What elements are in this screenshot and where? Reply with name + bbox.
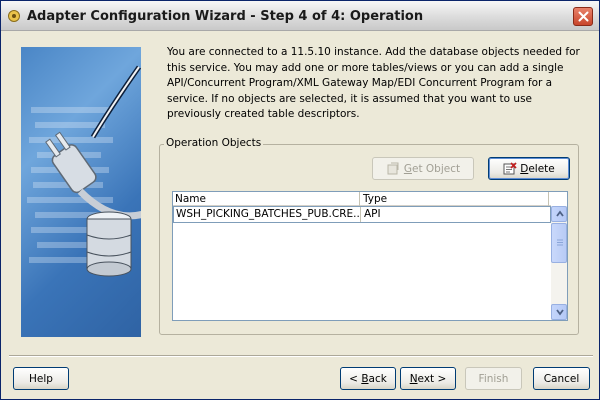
footer-divider — [9, 355, 593, 357]
grip-icon — [557, 239, 563, 246]
title-bar: Adapter Configuration Wizard - Step 4 of… — [1, 1, 599, 31]
intro-text: You are connected to a 11.5.10 instance.… — [167, 46, 580, 120]
chevron-down-icon — [556, 309, 564, 316]
close-button[interactable] — [573, 7, 593, 26]
close-icon — [578, 11, 589, 22]
next-button[interactable]: Next > — [400, 367, 456, 390]
wizard-window: Adapter Configuration Wizard - Step 4 of… — [0, 0, 600, 400]
help-button[interactable]: Help — [13, 367, 69, 390]
scroll-up-button[interactable] — [551, 206, 567, 222]
delete-label: Delete — [520, 162, 555, 175]
operation-objects-label: Operation Objects — [164, 137, 264, 149]
column-header-name[interactable]: Name — [173, 192, 360, 206]
table-row[interactable]: WSH_PICKING_BATCHES_PUB.CRE... API — [173, 206, 551, 223]
get-object-button[interactable]: Get Object — [372, 157, 474, 180]
delete-icon — [503, 161, 517, 174]
plug-database-icon — [27, 65, 141, 277]
operation-objects-group: Operation Objects Get Object Delete Name… — [159, 137, 579, 335]
get-object-icon — [387, 162, 399, 174]
back-label: < Back — [349, 372, 387, 385]
table-header: Name Type — [173, 192, 551, 206]
wizard-icon — [7, 9, 21, 23]
column-header-type[interactable]: Type — [361, 192, 549, 206]
row-type-cell: API — [364, 208, 381, 220]
get-object-label: Get Object — [403, 162, 461, 175]
wizard-side-image — [21, 47, 141, 337]
scroll-thumb[interactable] — [551, 223, 567, 263]
window-title: Adapter Configuration Wizard - Step 4 of… — [27, 9, 424, 24]
back-button[interactable]: < Back — [340, 367, 396, 390]
delete-button[interactable]: Delete — [488, 157, 570, 180]
finish-button[interactable]: Finish — [465, 367, 522, 390]
next-label: Next > — [409, 372, 447, 385]
cancel-button[interactable]: Cancel — [533, 367, 590, 390]
scroll-down-button[interactable] — [551, 304, 567, 320]
table-vertical-scrollbar[interactable] — [551, 206, 567, 320]
chevron-up-icon — [556, 210, 564, 217]
operation-objects-table: Name Type WSH_PICKING_BATCHES_PUB.CRE...… — [172, 191, 568, 321]
row-name-cell: WSH_PICKING_BATCHES_PUB.CRE... — [176, 207, 361, 222]
